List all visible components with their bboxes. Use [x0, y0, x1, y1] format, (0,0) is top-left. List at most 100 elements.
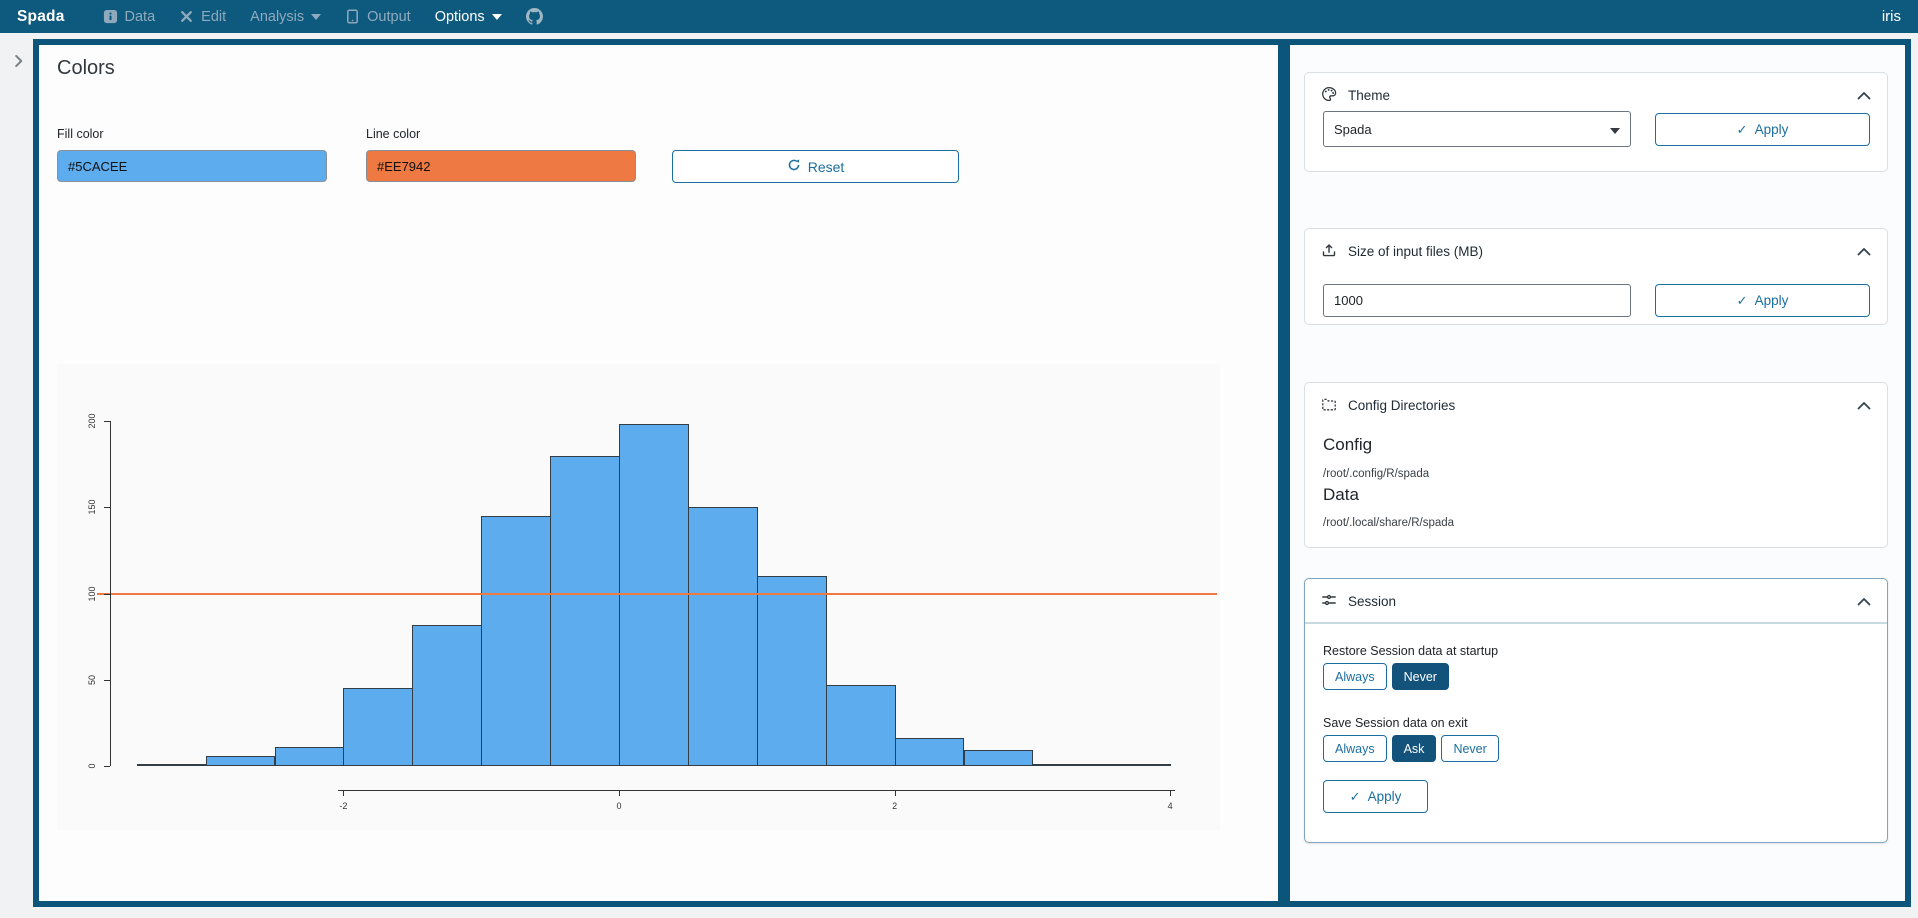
nav-item-data[interactable]: Data	[103, 9, 156, 25]
nav-item-edit[interactable]: Edit	[179, 9, 226, 25]
panel-divider	[1278, 39, 1290, 907]
save-session-toggle-group: Always Ask Never	[1323, 735, 1499, 762]
theme-select[interactable]: Spada	[1323, 111, 1631, 147]
histogram-bar	[481, 516, 551, 766]
info-square-icon	[103, 9, 118, 24]
theme-select-value: Spada	[1334, 122, 1372, 137]
check-icon: ✓	[1737, 123, 1748, 136]
config-dir-heading: Config	[1323, 435, 1372, 455]
nav-item-label: Data	[125, 9, 156, 25]
refresh-icon	[787, 158, 801, 175]
sliders-icon	[1321, 592, 1337, 611]
x-axis-tick-label: -2	[328, 801, 358, 811]
data-dir-path: /root/.local/share/R/spada	[1323, 517, 1454, 529]
active-dataset-label: iris	[1882, 8, 1901, 25]
nav-item-label: Analysis	[250, 9, 304, 25]
nav-item-options[interactable]: Options	[435, 9, 502, 25]
session-card: Session Restore Session data at startup …	[1304, 578, 1888, 843]
folder-icon	[1321, 396, 1337, 415]
tablet-icon	[345, 9, 360, 24]
upload-icon	[1321, 242, 1337, 261]
histogram-bar	[137, 764, 207, 766]
restore-never-button[interactable]: Never	[1392, 663, 1449, 690]
histogram-bar	[412, 625, 482, 766]
input-size-card: Size of input files (MB) ✓ Apply	[1304, 228, 1888, 325]
histogram-bar	[826, 685, 896, 766]
github-icon	[526, 8, 543, 25]
check-icon: ✓	[1350, 790, 1361, 803]
restore-session-toggle-group: Always Never	[1323, 663, 1449, 690]
theme-apply-label: Apply	[1755, 122, 1789, 137]
histogram-bar	[964, 750, 1034, 766]
restore-session-label: Restore Session data at startup	[1323, 644, 1498, 658]
check-icon: ✓	[1737, 294, 1748, 307]
save-always-button[interactable]: Always	[1323, 735, 1387, 762]
session-apply-button[interactable]: ✓ Apply	[1323, 780, 1428, 813]
input-size-card-header[interactable]: Size of input files (MB)	[1305, 229, 1887, 274]
app-brand: Spada	[17, 8, 65, 26]
reset-button-label: Reset	[808, 159, 845, 175]
save-session-label: Save Session data on exit	[1323, 716, 1468, 730]
save-never-button[interactable]: Never	[1441, 735, 1498, 762]
y-axis-tick-label: 150	[87, 495, 99, 519]
x-axis-tick-label: 2	[880, 801, 910, 811]
theme-apply-button[interactable]: ✓ Apply	[1655, 113, 1870, 146]
histogram-bar	[550, 456, 620, 767]
theme-card-title: Theme	[1348, 88, 1390, 103]
session-apply-label: Apply	[1368, 789, 1402, 804]
y-axis-tick-label: 0	[87, 754, 99, 778]
histogram-bar	[275, 747, 345, 766]
github-link[interactable]	[526, 8, 543, 25]
histogram-bar	[1101, 764, 1171, 766]
line-color-input[interactable]	[366, 150, 636, 182]
histogram-bar	[343, 688, 413, 766]
nav-item-label: Output	[367, 9, 411, 25]
config-dirs-card-header[interactable]: Config Directories	[1305, 383, 1887, 428]
y-axis-tick-label: 50	[87, 668, 99, 692]
input-size-apply-label: Apply	[1755, 293, 1789, 308]
save-ask-button[interactable]: Ask	[1392, 735, 1437, 762]
config-dirs-card-title: Config Directories	[1348, 398, 1455, 413]
sidebar-expand-icon[interactable]	[10, 52, 30, 72]
fill-color-label: Fill color	[57, 127, 104, 141]
caret-down-icon	[1610, 122, 1620, 137]
histogram-bar	[206, 756, 276, 766]
histogram-bar	[688, 507, 758, 766]
caret-down-icon	[492, 14, 502, 20]
page-title: Colors	[57, 57, 115, 80]
tools-icon	[179, 9, 194, 24]
histogram-bar	[619, 424, 689, 766]
session-card-title: Session	[1348, 594, 1396, 609]
config-dirs-card: Config Directories Config /root/.config/…	[1304, 382, 1888, 548]
palette-icon	[1321, 86, 1337, 105]
chevron-up-icon[interactable]	[1857, 88, 1871, 103]
fill-color-input[interactable]	[57, 150, 327, 182]
histogram-bar	[1032, 764, 1102, 766]
x-axis-tick-label: 4	[1155, 801, 1185, 811]
caret-down-icon	[311, 14, 321, 20]
input-size-field[interactable]	[1323, 284, 1631, 317]
nav-item-output[interactable]: Output	[345, 9, 411, 25]
input-size-card-title: Size of input files (MB)	[1348, 244, 1483, 259]
chevron-up-icon[interactable]	[1857, 398, 1871, 413]
histogram-bar	[895, 738, 965, 766]
nav-item-analysis[interactable]: Analysis	[250, 9, 321, 25]
nav-item-label: Options	[435, 9, 485, 25]
y-axis-tick-label: 100	[87, 582, 99, 606]
input-size-apply-button[interactable]: ✓ Apply	[1655, 284, 1870, 317]
data-dir-heading: Data	[1323, 485, 1359, 505]
y-axis-tick-label: 200	[87, 409, 99, 433]
session-card-header[interactable]: Session	[1305, 579, 1887, 624]
reset-button[interactable]: Reset	[672, 150, 959, 183]
navbar: Spada Data Edit Analysis Output Options	[0, 0, 1918, 33]
reference-line	[97, 593, 1217, 595]
chevron-up-icon[interactable]	[1857, 594, 1871, 609]
config-dir-path: /root/.config/R/spada	[1323, 468, 1429, 480]
theme-card: Theme Spada ✓ Apply	[1304, 72, 1888, 172]
x-axis-tick-label: 0	[604, 801, 634, 811]
nav-item-label: Edit	[201, 9, 226, 25]
chevron-up-icon[interactable]	[1857, 244, 1871, 259]
histogram-bar	[757, 576, 827, 766]
line-color-label: Line color	[366, 127, 420, 141]
restore-always-button[interactable]: Always	[1323, 663, 1387, 690]
